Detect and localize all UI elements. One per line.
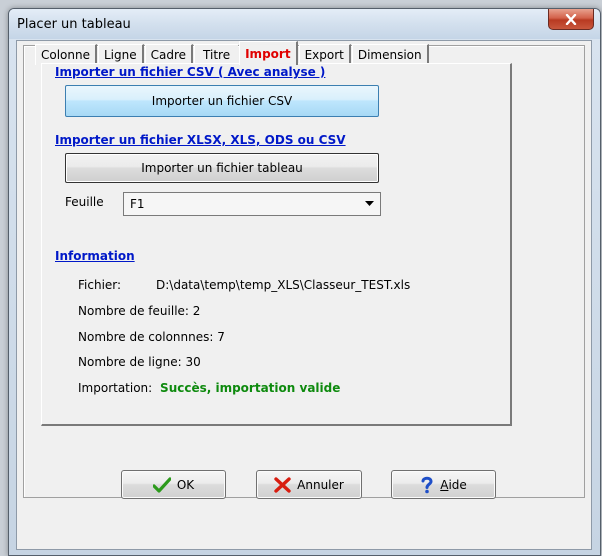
table-section-title: Importer un fichier XLSX, XLS, ODS ou CS… xyxy=(55,133,346,147)
question-mark-icon xyxy=(421,476,433,493)
help-label-rest: ide xyxy=(448,477,467,492)
window-title: Placer un tableau xyxy=(17,17,131,32)
import-label: Importation: xyxy=(78,381,153,395)
ok-label: OK xyxy=(176,477,195,492)
import-csv-button[interactable]: Importer un fichier CSV xyxy=(65,85,379,117)
checkmark-icon xyxy=(152,476,171,493)
ok-button[interactable]: OK xyxy=(121,470,226,499)
file-label: Fichier: xyxy=(78,278,122,292)
cancel-button[interactable]: Annuler xyxy=(256,470,362,499)
sheet-count: Nombre de feuille: 2 xyxy=(78,304,201,318)
tab-dimension[interactable]: Dimension xyxy=(351,44,429,65)
csv-section-title: Importer un fichier CSV ( Avec analyse ) xyxy=(55,65,326,79)
tab-export[interactable]: Export xyxy=(298,44,351,65)
file-path: D:\data\temp\temp_XLS\Classeur_TEST.xls xyxy=(156,278,411,292)
import-panel: Importer un fichier CSV ( Avec analyse )… xyxy=(41,63,512,426)
sheet-selected-value: F1 xyxy=(130,197,145,211)
import-status-row: Importation: Succès, importation valide xyxy=(78,381,340,395)
cancel-label: Annuler xyxy=(297,477,344,492)
title-bar[interactable]: Placer un tableau xyxy=(9,9,600,39)
import-table-button[interactable]: Importer un fichier tableau xyxy=(65,153,379,183)
import-status: Succès, importation valide xyxy=(160,381,341,395)
information-title: Information xyxy=(55,249,135,263)
sheet-label: Feuille xyxy=(65,195,104,209)
file-row: Fichier: D:\data\temp\temp_XLS\Classeur_… xyxy=(78,278,410,292)
row-count: Nombre de ligne: 30 xyxy=(78,355,201,369)
tab-titre[interactable]: Titre xyxy=(194,44,239,65)
tab-strip: Colonne Ligne Cadre Titre Import Export … xyxy=(35,41,430,65)
chevron-down-icon xyxy=(365,201,374,206)
sheet-select[interactable]: F1 xyxy=(123,192,381,216)
tab-import[interactable]: Import xyxy=(239,41,298,65)
close-icon xyxy=(565,13,577,25)
cross-icon xyxy=(274,476,291,493)
tab-colonne[interactable]: Colonne xyxy=(35,44,97,65)
help-label: Aide xyxy=(440,478,467,492)
tab-ligne[interactable]: Ligne xyxy=(98,44,144,65)
close-button[interactable] xyxy=(548,9,594,30)
column-count: Nombre de colonnnes: 7 xyxy=(78,330,225,344)
tab-cadre[interactable]: Cadre xyxy=(144,44,194,65)
help-button[interactable]: Aide xyxy=(391,470,496,499)
